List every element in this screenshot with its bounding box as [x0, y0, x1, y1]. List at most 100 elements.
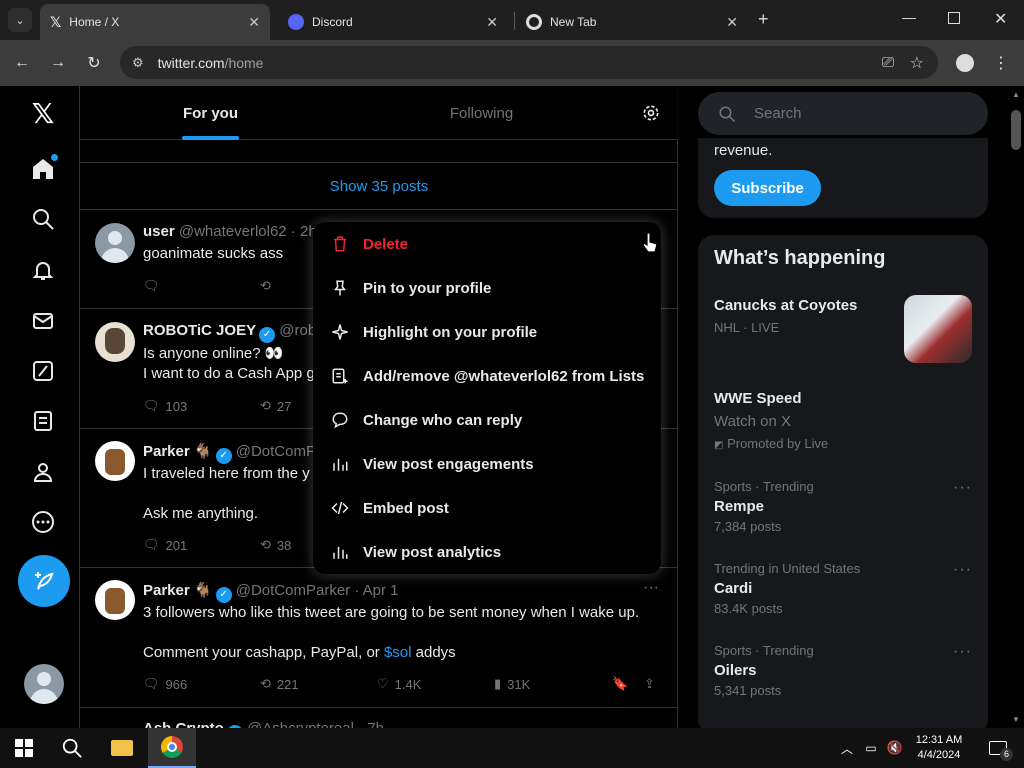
avatar[interactable] — [95, 223, 135, 263]
site-info-icon[interactable]: ⚙ — [132, 55, 144, 71]
address-bar[interactable]: ⚙ twitter.com /home ⎚ ☆ — [120, 46, 938, 79]
post-more-icon[interactable]: ··· — [643, 579, 659, 597]
search-icon[interactable] — [28, 204, 58, 234]
author-name[interactable]: Parker 🐐 — [143, 582, 213, 599]
trend-item[interactable]: Sports · Trending Oilers 5,341 posts ··· — [714, 643, 972, 698]
repost-icon: ⟲ — [260, 537, 271, 552]
bookmark-button[interactable]: 🔖 — [612, 676, 628, 692]
bookmark-star-icon[interactable]: ☆ — [910, 53, 924, 73]
taskbar-search-icon[interactable] — [48, 728, 96, 768]
show-posts-banner[interactable]: Show 35 posts — [80, 162, 678, 210]
repost-button[interactable]: ⟲ 38 — [260, 537, 291, 553]
repost-button[interactable]: ⟲ — [260, 278, 271, 294]
cashtag-link[interactable]: $sol — [384, 644, 412, 661]
show-hidden-icons-icon[interactable]: ︿ — [838, 728, 856, 768]
browser-menu-icon[interactable]: ⋮ — [988, 50, 1014, 76]
section-title: What’s happening — [714, 247, 886, 269]
menu-item-highlight[interactable]: Highlight on your profile — [313, 310, 661, 354]
menu-item-pin[interactable]: Pin to your profile — [313, 266, 661, 310]
more-icon[interactable] — [28, 507, 58, 537]
post[interactable]: Ash Crypto✓ @Ashcryptoreal · 7h — [80, 708, 678, 728]
notifications-icon[interactable] — [28, 255, 58, 285]
menu-item-embed[interactable]: Embed post — [313, 486, 661, 530]
tab-following[interactable]: Following — [341, 86, 622, 140]
trend-item[interactable]: Trending in United States Cardi 83.4K po… — [714, 561, 972, 616]
menu-item-reply-settings[interactable]: Change who can reply — [313, 398, 661, 442]
close-window-button[interactable]: ✕ — [994, 9, 1007, 29]
reload-button[interactable]: ↻ — [81, 50, 107, 76]
menu-item-analytics[interactable]: View post analytics — [313, 530, 661, 574]
tab-search-button[interactable]: ⌄ — [8, 8, 32, 32]
lists-icon[interactable] — [28, 406, 58, 436]
network-icon[interactable]: ▭ — [862, 728, 880, 768]
trend-more-icon[interactable]: ··· — [953, 643, 972, 661]
new-tab-button[interactable]: + — [758, 9, 769, 30]
chrome-taskbar-icon[interactable] — [148, 728, 196, 768]
reply-button[interactable]: 🗨 103 — [143, 398, 187, 414]
author-handle[interactable]: @Ashcryptoreal · 7h — [247, 720, 384, 728]
windows-logo-icon — [15, 739, 33, 757]
share-button[interactable]: ⇪ — [644, 676, 655, 692]
repost-icon: ⟲ — [260, 398, 271, 413]
reply-button[interactable]: 🗨 — [143, 278, 160, 294]
author-name[interactable]: Parker 🐐 — [143, 443, 213, 460]
grok-icon[interactable] — [28, 356, 58, 386]
trend-item[interactable]: Canucks at Coyotes NHL · LIVE — [714, 295, 972, 363]
home-icon[interactable] — [28, 154, 58, 184]
trend-item[interactable]: Sports · Trending Rempe 7,384 posts ··· — [714, 479, 972, 534]
trend-item-promoted[interactable]: WWE Speed Watch on X ◩ Promoted by Live — [714, 390, 972, 451]
repost-button[interactable]: ⟲ 27 — [260, 398, 291, 414]
reply-button[interactable]: 🗨 201 — [143, 537, 187, 553]
profile-icon[interactable] — [952, 50, 978, 76]
volume-muted-icon[interactable]: 🔇 — [885, 728, 905, 768]
close-tab-icon[interactable]: ✕ — [248, 14, 260, 31]
subscribe-button[interactable]: Subscribe — [714, 170, 821, 206]
tab-for-you[interactable]: For you — [80, 86, 341, 140]
timeline-settings-icon[interactable] — [641, 103, 661, 128]
reply-icon: 🗨 — [143, 398, 160, 413]
menu-item-delete[interactable]: Delete — [313, 222, 661, 266]
menu-item-lists[interactable]: Add/remove @whateverlol62 from Lists — [313, 354, 661, 398]
page-scrollbar[interactable]: ▲ ▼ — [1008, 86, 1024, 728]
post[interactable]: Parker 🐐 ✓ @DotComParker · Apr 1 ··· 3 fo… — [80, 568, 678, 708]
scrollbar-thumb[interactable] — [1011, 110, 1021, 150]
like-button[interactable]: ♡ 1.4K — [377, 676, 421, 692]
tab-new-tab[interactable]: New Tab ✕ — [516, 4, 748, 40]
menu-item-engagements[interactable]: View post engagements — [313, 442, 661, 486]
account-avatar[interactable] — [24, 664, 64, 704]
author-handle[interactable]: @DotComP — [236, 443, 316, 460]
verified-badge-icon: ✓ — [215, 448, 232, 464]
notifications-icon[interactable]: 6 — [978, 728, 1018, 768]
back-button[interactable]: ← — [9, 50, 35, 76]
trend-more-icon[interactable]: ··· — [953, 479, 972, 497]
avatar[interactable] — [95, 441, 135, 481]
tab-discord[interactable]: Discord ✕ — [278, 4, 508, 40]
views-button[interactable]: ▮ 31K — [494, 676, 530, 692]
restore-button[interactable] — [948, 12, 960, 24]
clock[interactable]: 12:31 AM 4/4/2024 — [908, 728, 970, 768]
messages-icon[interactable] — [28, 306, 58, 336]
avatar[interactable] — [95, 322, 135, 362]
author-handle[interactable]: @whateverlol62 · 2h — [179, 223, 317, 240]
compose-post-button[interactable] — [18, 555, 70, 607]
author-handle[interactable]: @DotComParker · Apr 1 — [236, 582, 399, 599]
avatar[interactable] — [95, 580, 135, 620]
start-button[interactable] — [0, 728, 48, 768]
x-logo-icon[interactable]: 𝕏 — [28, 98, 58, 129]
author-name[interactable]: Ash Crypto — [143, 720, 224, 728]
tab-home-x[interactable]: 𝕏 Home / X ✕ — [40, 4, 270, 40]
close-tab-icon[interactable]: ✕ — [486, 14, 498, 31]
minimize-button[interactable]: — — [902, 9, 916, 25]
trend-more-icon[interactable]: ··· — [953, 561, 972, 579]
reply-button[interactable]: 🗨 966 — [143, 676, 187, 692]
author-name[interactable]: ROBOTiC JOEY — [143, 322, 256, 339]
author-name[interactable]: user — [143, 223, 175, 240]
profile-icon[interactable] — [28, 457, 58, 487]
tab-title: Discord — [312, 15, 353, 29]
file-explorer-icon[interactable] — [98, 728, 146, 768]
forward-button[interactable]: → — [45, 50, 71, 76]
search-input[interactable]: Search — [698, 92, 988, 135]
install-app-icon[interactable]: ⎚ — [882, 54, 894, 71]
close-tab-icon[interactable]: ✕ — [726, 14, 738, 31]
repost-button[interactable]: ⟲ 221 — [260, 676, 299, 692]
